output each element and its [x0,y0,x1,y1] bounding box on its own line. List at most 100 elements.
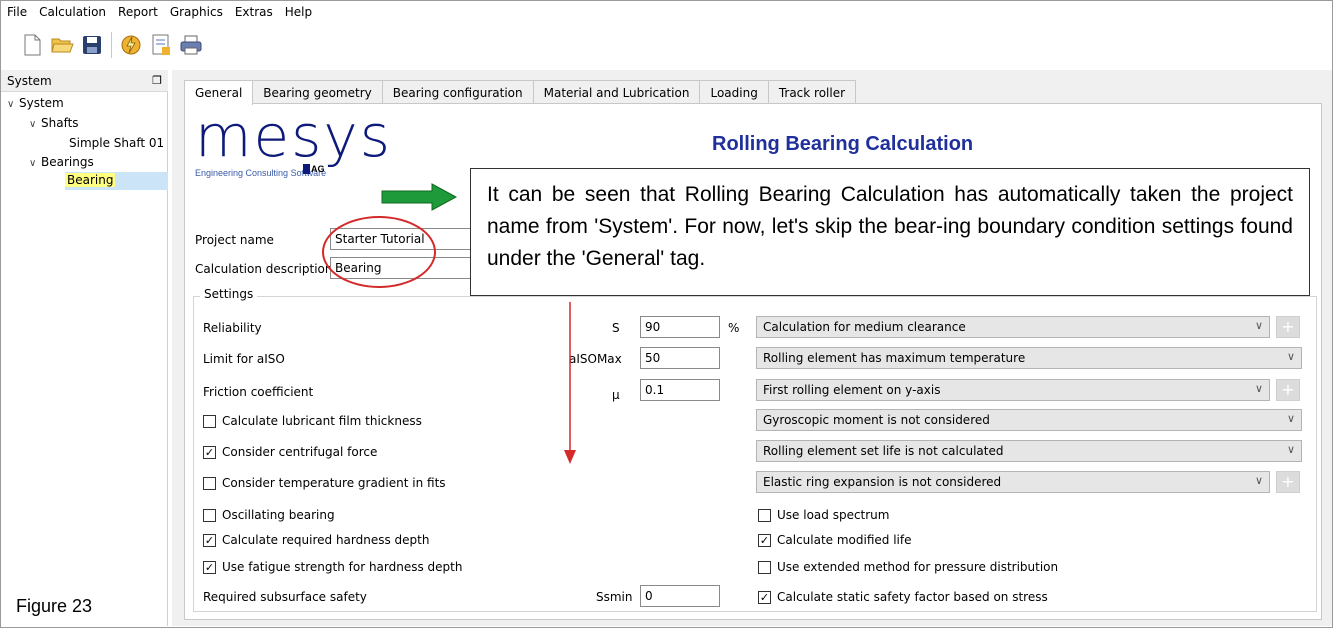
tab-material-lubrication[interactable]: Material and Lubrication [532,80,701,104]
add-button[interactable]: + [1276,316,1300,338]
toolbar-separator [111,32,112,58]
report-icon[interactable] [148,31,174,59]
toolbar [1,24,1331,66]
chevron-down-icon[interactable]: ∨ [29,158,41,169]
save-icon[interactable] [79,31,105,59]
new-file-icon[interactable] [19,31,45,59]
chevron-down-icon[interactable]: ∨ [7,99,19,110]
checkbox-box[interactable] [758,560,771,574]
dropdown-value: First rolling element on y-axis [763,383,941,397]
checkbox-box-checked[interactable]: ✓ [203,445,216,459]
load-spectrum-checkbox[interactable]: Use load spectrum [758,508,889,522]
dropdown-value: Gyroscopic moment is not considered [763,413,990,427]
checkbox-box[interactable] [758,508,771,522]
rolling-element-position-dropdown[interactable]: First rolling element on y-axis ∨ [756,379,1270,401]
add-button[interactable]: + [1276,379,1300,401]
hardness-depth-checkbox[interactable]: ✓ Calculate required hardness depth [203,533,430,547]
checkbox-label: Use extended method for pressure distrib… [777,560,1059,574]
menu-graphics[interactable]: Graphics [170,5,223,19]
checkbox-box-checked[interactable]: ✓ [758,590,771,604]
tree-node-bearing[interactable]: Bearing [65,173,116,187]
subsurface-safety-input[interactable]: 0 [640,585,720,607]
add-button[interactable]: + [1276,471,1300,493]
element-set-life-dropdown[interactable]: Rolling element set life is not calculat… [756,440,1302,462]
settings-legend: Settings [200,287,258,301]
checkbox-box-checked[interactable]: ✓ [203,560,216,574]
tree-label-shafts: Shafts [41,116,79,130]
modified-life-checkbox[interactable]: ✓ Calculate modified life [758,533,912,547]
chevron-down-icon: ∨ [1254,319,1263,332]
checkbox-label: Consider temperature gradient in fits [222,476,446,490]
tab-track-roller[interactable]: Track roller [767,80,857,104]
chevron-down-icon[interactable]: ∨ [29,119,41,130]
checkbox-label: Calculate required hardness depth [222,533,430,547]
tree-node-shafts[interactable]: ∨ Shafts [29,116,79,130]
open-folder-icon[interactable] [49,31,75,59]
tree-label-bearing: Bearing [65,173,116,187]
calculation-description-label: Calculation description [195,262,333,276]
dropdown-value: Rolling element has maximum temperature [763,351,1026,365]
reliability-label: Reliability [203,321,262,335]
print-icon[interactable] [178,31,204,59]
tree-label-shaft-item: Simple Shaft 01 [69,136,165,150]
menu-file[interactable]: File [7,5,27,19]
system-panel-header: System ❐ [1,70,168,92]
float-panel-icon[interactable]: ❐ [152,74,162,87]
dropdown-value: Elastic ring expansion is not considered [763,475,1002,489]
temperature-dropdown[interactable]: Rolling element has maximum temperature ∨ [756,347,1302,369]
checkbox-label: Use load spectrum [777,508,890,522]
oscillating-bearing-checkbox[interactable]: Oscillating bearing [203,508,335,522]
checkbox-label: Calculate modified life [777,533,912,547]
gyroscopic-moment-dropdown[interactable]: Gyroscopic moment is not considered ∨ [756,409,1302,431]
friction-symbol: μ [612,388,620,402]
menu-calculation[interactable]: Calculation [39,5,106,19]
friction-coefficient-input[interactable]: 0.1 [640,379,720,401]
tab-bearing-geometry[interactable]: Bearing geometry [252,80,383,104]
tab-loading[interactable]: Loading [699,80,769,104]
tree-node-system[interactable]: ∨ System [7,96,64,110]
figure-caption: Figure 23 [16,596,93,616]
chevron-down-icon: ∨ [1286,412,1295,425]
menu-help[interactable]: Help [285,5,312,19]
centrifugal-force-checkbox[interactable]: ✓ Consider centrifugal force [203,445,377,459]
green-arrow-icon [381,183,458,211]
lubricant-film-checkbox[interactable]: Calculate lubricant film thickness [203,414,422,428]
checkbox-box[interactable] [203,476,216,490]
ring-expansion-dropdown[interactable]: Elastic ring expansion is not considered… [756,471,1270,493]
logo-wordmark: mesys [195,102,392,170]
subsurface-safety-label: Required subsurface safety [203,590,367,604]
tab-bearing-configuration[interactable]: Bearing configuration [381,80,534,104]
checkbox-box[interactable] [203,508,216,522]
checkbox-label: Calculate lubricant film thickness [222,414,422,428]
temperature-gradient-checkbox[interactable]: Consider temperature gradient in fits [203,476,446,490]
reliability-input[interactable]: 90 [640,316,720,338]
tree-node-shaft-item[interactable]: Simple Shaft 01 [69,136,164,150]
tab-general[interactable]: General [184,80,254,105]
checkbox-label: Calculate static safety factor based on … [777,590,1048,604]
checkbox-box-checked[interactable]: ✓ [758,533,771,547]
checkbox-label: Oscillating bearing [222,508,335,522]
dropdown-value: Calculation for medium clearance [763,320,966,334]
subsurface-symbol: Ssmin [596,590,633,604]
menu-bar: File Calculation Report Graphics Extras … [1,1,1331,23]
limit-aiso-input[interactable]: 50 [640,347,720,369]
clearance-dropdown[interactable]: Calculation for medium clearance ∨ [756,316,1270,338]
menu-extras[interactable]: Extras [235,5,273,19]
checkbox-box-checked[interactable]: ✓ [203,533,216,547]
annotation-callout: It can be seen that Rolling Bearing Calc… [470,168,1310,296]
friction-coefficient-label: Friction coefficient [203,385,314,399]
fatigue-strength-checkbox[interactable]: ✓ Use fatigue strength for hardness depth [203,560,462,574]
checkbox-box[interactable] [203,414,216,428]
extended-pressure-checkbox[interactable]: Use extended method for pressure distrib… [758,560,1058,574]
calculate-icon[interactable] [118,31,144,59]
tree-label-system: System [19,96,64,110]
checkbox-label: Use fatigue strength for hardness depth [222,560,463,574]
tree-node-bearings[interactable]: ∨ Bearings [29,155,94,169]
menu-report[interactable]: Report [118,5,158,19]
red-down-arrow-icon [564,302,576,464]
system-tree: ∨ System ∨ Shafts Simple Shaft 01 ∨ Bearing… [1,92,168,626]
static-safety-checkbox[interactable]: ✓ Calculate static safety factor based on… [758,590,1048,604]
calculation-title: Rolling Bearing Calculation [712,133,974,155]
chevron-down-icon: ∨ [1286,443,1295,456]
mesys-logo: mesys Engineering Consulting Software AG [195,102,392,178]
